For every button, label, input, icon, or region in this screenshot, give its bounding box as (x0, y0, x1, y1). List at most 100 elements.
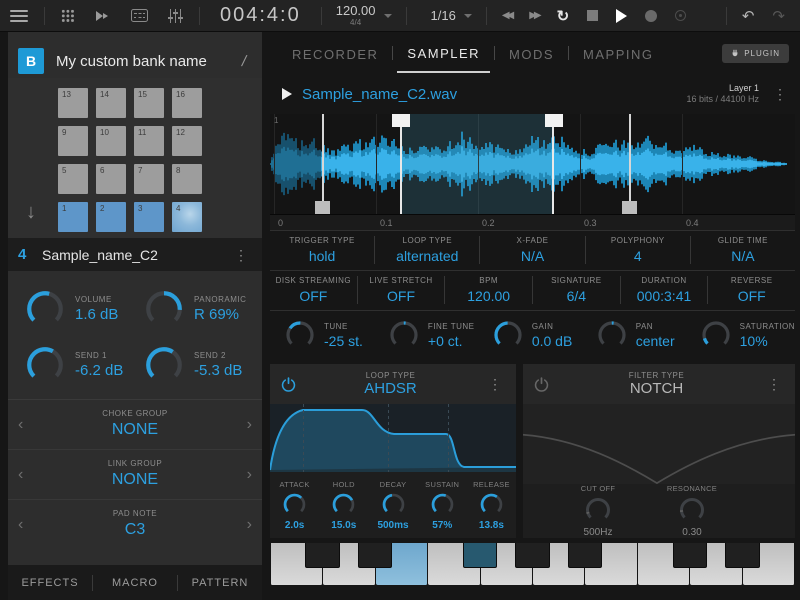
piano-black-key-2[interactable] (358, 543, 393, 568)
end-handle[interactable] (622, 201, 637, 214)
panoramic-knob[interactable]: PANORAMICR 69% (135, 281, 254, 337)
pad-15[interactable]: 15 (134, 88, 164, 118)
fine-tune-knob[interactable]: FINE TUNE+0 ct. (374, 319, 478, 351)
sample-end-marker[interactable] (629, 114, 631, 214)
envelope-menu-icon[interactable]: ⋮ (484, 377, 506, 391)
scroll-down-arrow-icon[interactable]: ↓ (26, 201, 36, 224)
piano-black-key-7[interactable] (725, 543, 760, 568)
quantize-control[interactable]: 1/16 (413, 8, 480, 23)
loop-region[interactable] (400, 114, 554, 214)
chevron-right-icon[interactable]: › (247, 466, 252, 484)
link-group-selector[interactable]: ‹ LINK GROUP NONE › (8, 450, 262, 500)
disk-streaming-param[interactable]: DISK STREAMINGOFF (270, 276, 357, 304)
pan-knob[interactable]: PANcenter (582, 319, 686, 351)
envelope-graph[interactable] (270, 404, 516, 472)
live-stretch-param[interactable]: LIVE STRETCHOFF (357, 276, 445, 304)
metronome-button[interactable] (666, 10, 695, 21)
chevron-right-icon[interactable]: › (247, 416, 252, 434)
pad-5[interactable]: 5 (58, 164, 88, 194)
tab-macro[interactable]: MACRO (93, 577, 177, 589)
xfade-param[interactable]: X-FADEN/A (479, 236, 584, 264)
pad-12[interactable]: 12 (172, 126, 202, 156)
volume-knob[interactable]: VOLUME1.6 dB (16, 281, 135, 337)
tab-effects[interactable]: EFFECTS (8, 577, 92, 589)
pad-6[interactable]: 6 (96, 164, 126, 194)
envelope-type-value[interactable]: AHDSR (297, 380, 484, 397)
pad-8[interactable]: 8 (172, 164, 202, 194)
tempo-control[interactable]: 120.00 4/4 (328, 4, 400, 27)
decay-knob[interactable]: DECAY 500ms (368, 480, 417, 531)
chevron-right-icon[interactable]: › (247, 516, 252, 534)
pad-1[interactable]: 1 (58, 202, 88, 232)
record-button[interactable] (636, 10, 666, 22)
piano-black-key-6[interactable] (673, 543, 708, 568)
loop-end-handle[interactable] (545, 114, 563, 127)
tab-mods[interactable]: MODS (499, 35, 564, 72)
piano-black-key-1[interactable] (305, 543, 340, 568)
attack-knob[interactable]: ATTACK 2.0s (270, 480, 319, 531)
cutoff-knob[interactable]: CUT OFF 500Hz (563, 484, 633, 538)
tab-sampler[interactable]: SAMPLER (397, 34, 490, 73)
piano-black-key-5[interactable] (568, 543, 603, 568)
signature-param[interactable]: SIGNATURE6/4 (532, 276, 620, 304)
plugin-button[interactable]: PLUGIN (722, 44, 789, 63)
play-button[interactable] (607, 9, 636, 23)
tab-recorder[interactable]: RECORDER (282, 35, 388, 72)
pad-9[interactable]: 9 (58, 126, 88, 156)
sustain-knob[interactable]: SUSTAIN 57% (418, 480, 467, 531)
polyphony-param[interactable]: POLYPHONY4 (585, 236, 690, 264)
release-knob[interactable]: RELEASE 13.8s (467, 480, 516, 531)
forward-button[interactable]: ▶▶ (520, 10, 547, 21)
send1-knob[interactable]: SEND 1-6.2 dB (16, 337, 135, 393)
rewind-button[interactable]: ◀◀ (493, 10, 520, 21)
envelope-power-icon[interactable] (280, 376, 297, 393)
sample-start-marker[interactable] (322, 114, 324, 214)
piano-black-key-3-highlighted[interactable] (463, 543, 498, 568)
pad-7[interactable]: 7 (134, 164, 164, 194)
song-position-display[interactable]: 004:4:0 (206, 4, 315, 27)
pads-view-icon[interactable] (51, 0, 85, 31)
pad-16[interactable]: 16 (172, 88, 202, 118)
redo-button[interactable]: ↷ (763, 7, 794, 25)
gain-knob[interactable]: GAIN0.0 dB (478, 319, 582, 351)
loop-start-handle[interactable] (392, 114, 410, 127)
send2-knob[interactable]: SEND 2-5.3 dB (135, 337, 254, 393)
resonance-knob[interactable]: RESONANCE 0.30 (657, 484, 727, 538)
chevron-left-icon[interactable]: ‹ (18, 416, 23, 434)
tab-mapping[interactable]: MAPPING (573, 35, 663, 72)
bank-badge[interactable]: B (18, 48, 44, 74)
filter-graph[interactable] (523, 404, 795, 484)
loop-type-param[interactable]: LOOP TYPEalternated (374, 236, 479, 264)
pad-10[interactable]: 10 (96, 126, 126, 156)
hold-knob[interactable]: HOLD 15.0s (319, 480, 368, 531)
edit-pencil-icon[interactable]: / (234, 53, 254, 70)
filter-power-icon[interactable] (533, 376, 550, 393)
start-handle[interactable] (315, 201, 330, 214)
performance-view-icon[interactable] (85, 0, 121, 31)
sample-menu-icon[interactable]: ⋮ (769, 87, 791, 101)
tab-pattern[interactable]: PATTERN (178, 577, 262, 589)
trigger-type-param[interactable]: TRIGGER TYPEhold (270, 236, 374, 264)
piano-black-key-4[interactable] (515, 543, 550, 568)
pad-note-selector[interactable]: ‹ PAD NOTE C3 › (8, 500, 262, 549)
saturation-knob[interactable]: SATURATION10% (686, 319, 795, 351)
pad-2[interactable]: 2 (96, 202, 126, 232)
sequencer-view-icon[interactable] (121, 0, 158, 31)
glide-time-param[interactable]: GLIDE TIMEN/A (690, 236, 795, 264)
tune-knob[interactable]: TUNE-25 st. (270, 319, 374, 351)
menu-icon[interactable] (10, 10, 28, 22)
pad-menu-icon[interactable]: ⋮ (230, 248, 252, 262)
pad-11[interactable]: 11 (134, 126, 164, 156)
stop-button[interactable] (578, 10, 607, 21)
waveform-display[interactable]: 1 (270, 114, 795, 214)
filter-type-value[interactable]: NOTCH (550, 380, 763, 397)
pad-4-selected[interactable]: 4 (172, 202, 202, 232)
choke-group-selector[interactable]: ‹ CHOKE GROUP NONE › (8, 400, 262, 450)
pad-3[interactable]: 3 (134, 202, 164, 232)
chevron-left-icon[interactable]: ‹ (18, 516, 23, 534)
sample-filename[interactable]: Sample_name_C2.wav (302, 86, 686, 103)
bpm-param[interactable]: BPM120.00 (444, 276, 532, 304)
filter-menu-icon[interactable]: ⋮ (763, 377, 785, 391)
pad-13[interactable]: 13 (58, 88, 88, 118)
loop-button[interactable]: ↻ (548, 7, 579, 25)
